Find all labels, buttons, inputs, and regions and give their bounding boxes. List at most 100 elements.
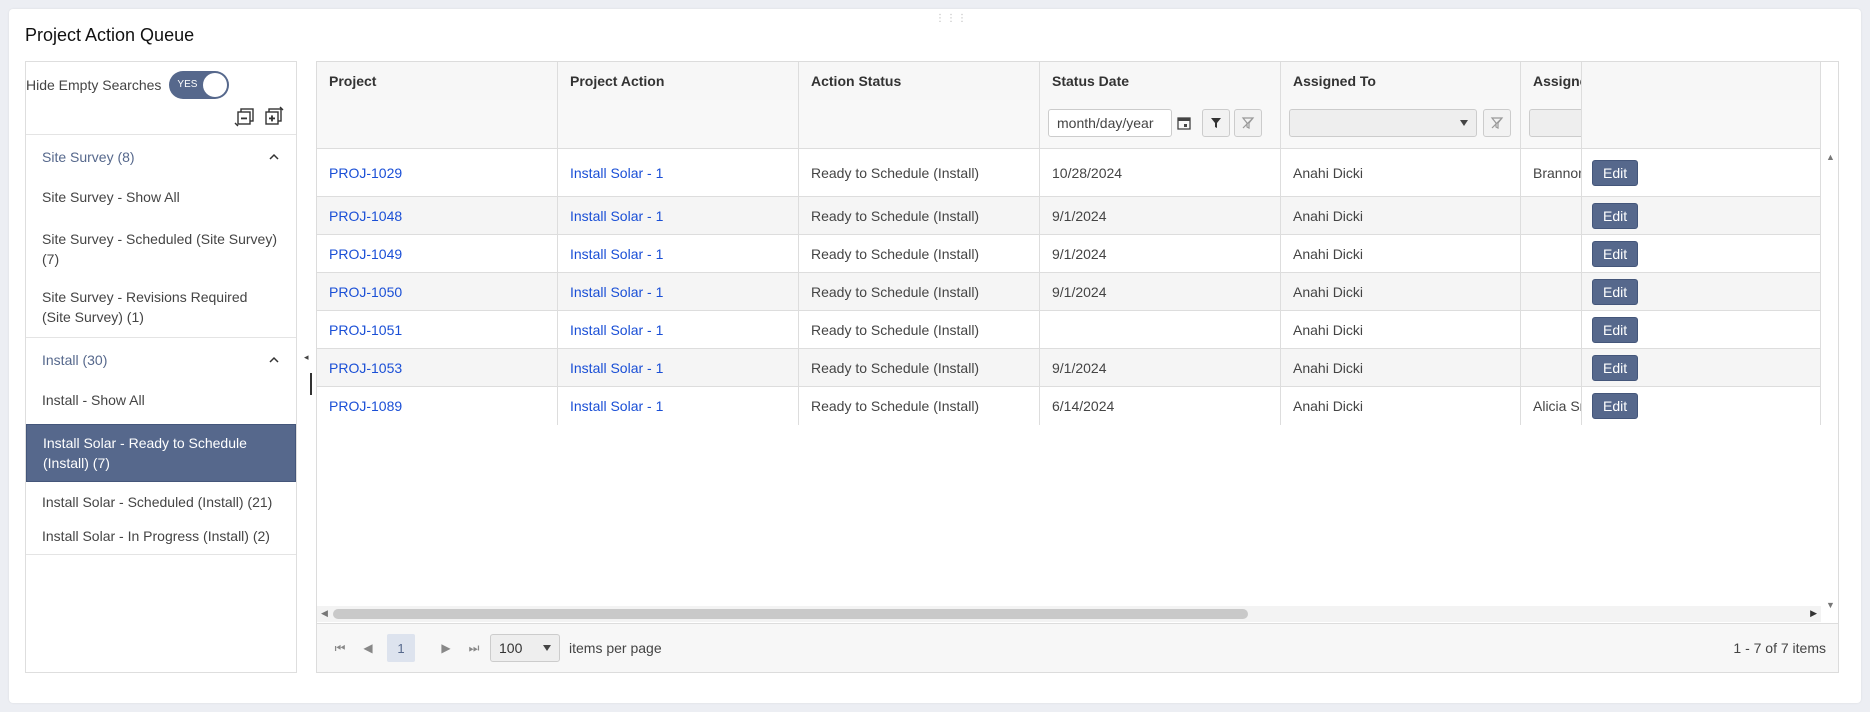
last-page-icon[interactable]: ⏭ <box>460 634 488 662</box>
edit-button[interactable]: Edit <box>1592 202 1639 229</box>
search-item-install-in-progress[interactable]: Install Solar - In Progress (Install) (2… <box>26 520 296 554</box>
cell-assigned-to: Anahi Dicki <box>1281 387 1521 425</box>
project-link[interactable]: PROJ-1050 <box>329 284 402 300</box>
project-action-link[interactable]: Install Solar - 1 <box>570 246 663 262</box>
project-link[interactable]: PROJ-1048 <box>329 208 402 224</box>
chevron-up-icon[interactable] <box>268 354 280 366</box>
splitter-handle[interactable] <box>310 373 312 395</box>
cell-assigned-to: Anahi Dicki <box>1281 197 1521 234</box>
table-row: PROJ-1051 Install Solar - 1 Ready to Sch… <box>317 311 1821 349</box>
group-title: Install (30) <box>42 352 108 368</box>
scroll-down-icon[interactable]: ▼ <box>1826 600 1835 610</box>
cell-project-action: Install Solar - 1 <box>558 311 799 348</box>
expand-all-icon[interactable] <box>262 106 284 128</box>
clear-filter-icon[interactable] <box>1234 109 1262 137</box>
cell-status-date: 10/28/2024 <box>1040 149 1281 196</box>
chevron-up-icon[interactable] <box>268 151 280 163</box>
calendar-icon[interactable] <box>1172 109 1196 137</box>
assigned-to-filter-select[interactable] <box>1289 109 1477 137</box>
project-link[interactable]: PROJ-1049 <box>329 246 402 262</box>
project-action-link[interactable]: Install Solar - 1 <box>570 208 663 224</box>
cell-assigned-to: Anahi Dicki <box>1281 349 1521 386</box>
hide-empty-row: Hide Empty Searches YES <box>26 71 230 99</box>
search-item-site-survey-scheduled[interactable]: Site Survey - Scheduled (Site Survey) (7… <box>26 221 296 277</box>
group-actions <box>234 106 284 128</box>
page-number-current[interactable]: 1 <box>387 634 415 662</box>
cell-assigned-to: Anahi Dicki <box>1281 235 1521 272</box>
filter-cell-project-action <box>558 100 799 148</box>
hide-empty-toggle[interactable]: YES <box>169 71 230 99</box>
cell-project: PROJ-1051 <box>317 311 558 348</box>
drag-grip-icon[interactable]: ⋮⋮⋮ <box>935 13 968 24</box>
cell-project: PROJ-1053 <box>317 349 558 386</box>
scroll-left-icon[interactable]: ◀ <box>321 608 328 619</box>
filter-cell-actions <box>1582 100 1821 148</box>
search-item-install-ready[interactable]: Install Solar - Ready to Schedule (Insta… <box>26 424 296 482</box>
cell-project: PROJ-1089 <box>317 387 558 425</box>
scroll-right-icon[interactable]: ▶ <box>1810 608 1817 619</box>
first-page-icon[interactable]: ⏮ <box>326 634 354 662</box>
cell-action-status: Ready to Schedule (Install) <box>799 235 1040 272</box>
project-link[interactable]: PROJ-1053 <box>329 360 402 376</box>
items-range-text: 1 - 7 of 7 items <box>1733 640 1826 656</box>
search-item-install-all[interactable]: Install - Show All <box>26 382 296 418</box>
project-action-link[interactable]: Install Solar - 1 <box>570 398 663 414</box>
cell-project: PROJ-1050 <box>317 273 558 310</box>
search-item-site-survey-revisions[interactable]: Site Survey - Revisions Required (Site S… <box>26 279 296 335</box>
project-action-link[interactable]: Install Solar - 1 <box>570 165 663 181</box>
column-header-project-action[interactable]: Project Action <box>558 62 799 100</box>
next-page-icon[interactable]: ▶ <box>432 634 460 662</box>
search-panel: Hide Empty Searches YES Site Survey (8) … <box>25 61 297 673</box>
project-link[interactable]: PROJ-1089 <box>329 398 402 414</box>
caret-left-icon[interactable]: ◂ <box>304 352 310 362</box>
table-row: PROJ-1048 Install Solar - 1 Ready to Sch… <box>317 197 1821 235</box>
table-row: PROJ-1049 Install Solar - 1 Ready to Sch… <box>317 235 1821 273</box>
chevron-down-icon <box>543 645 551 651</box>
page-size-select[interactable]: 100 <box>490 634 560 662</box>
project-action-link[interactable]: Install Solar - 1 <box>570 284 663 300</box>
cell-project: PROJ-1049 <box>317 235 558 272</box>
edit-button[interactable]: Edit <box>1592 393 1639 419</box>
search-item-site-survey-all[interactable]: Site Survey - Show All <box>26 179 296 215</box>
edit-button[interactable]: Edit <box>1592 159 1639 186</box>
prev-page-icon[interactable]: ◀ <box>354 634 382 662</box>
column-header-project[interactable]: Project <box>317 62 558 100</box>
project-action-link[interactable]: Install Solar - 1 <box>570 322 663 338</box>
column-header-assignee[interactable]: Assigne <box>1521 62 1582 100</box>
edit-button[interactable]: Edit <box>1592 278 1639 305</box>
column-header-status-date[interactable]: Status Date <box>1040 62 1281 100</box>
cell-assignee <box>1521 235 1582 272</box>
column-header-action-status[interactable]: Action Status <box>799 62 1040 100</box>
cell-actions: Edit <box>1582 235 1821 272</box>
edit-button[interactable]: Edit <box>1592 316 1639 343</box>
cell-assignee <box>1521 273 1582 310</box>
search-item-install-scheduled[interactable]: Install Solar - Scheduled (Install) (21) <box>26 484 296 520</box>
collapse-all-icon[interactable] <box>234 106 256 128</box>
table-row: PROJ-1029 Install Solar - 1 Ready to Sch… <box>317 149 1821 197</box>
status-date-filter-input[interactable]: month/day/year <box>1048 109 1172 137</box>
filter-row: month/day/year <box>317 100 1821 149</box>
group-header-site-survey[interactable]: Site Survey (8) <box>26 135 296 179</box>
clear-filter-icon[interactable] <box>1483 109 1511 137</box>
edit-button[interactable]: Edit <box>1592 240 1639 267</box>
hide-empty-label: Hide Empty Searches <box>26 77 162 93</box>
cell-status-date: 9/1/2024 <box>1040 273 1281 310</box>
filter-icon[interactable] <box>1202 109 1230 137</box>
cell-actions: Edit <box>1582 149 1821 196</box>
project-link[interactable]: PROJ-1029 <box>329 165 402 181</box>
column-header-assigned-to[interactable]: Assigned To <box>1281 62 1521 100</box>
cell-status-date: 9/1/2024 <box>1040 197 1281 234</box>
edit-button[interactable]: Edit <box>1592 354 1639 381</box>
cell-action-status: Ready to Schedule (Install) <box>799 311 1040 348</box>
horizontal-scrollbar[interactable]: ◀ ▶ <box>317 606 1821 622</box>
vertical-scrollbar[interactable]: ▲ ▼ <box>1822 150 1838 612</box>
group-header-install[interactable]: Install (30) <box>26 338 296 382</box>
cell-actions: Edit <box>1582 311 1821 348</box>
cell-project-action: Install Solar - 1 <box>558 349 799 386</box>
assignee-filter-select[interactable] <box>1529 109 1581 137</box>
project-link[interactable]: PROJ-1051 <box>329 322 402 338</box>
scroll-up-icon[interactable]: ▲ <box>1826 152 1835 162</box>
cell-assigned-to: Anahi Dicki <box>1281 311 1521 348</box>
scroll-thumb[interactable] <box>333 609 1248 619</box>
project-action-link[interactable]: Install Solar - 1 <box>570 360 663 376</box>
